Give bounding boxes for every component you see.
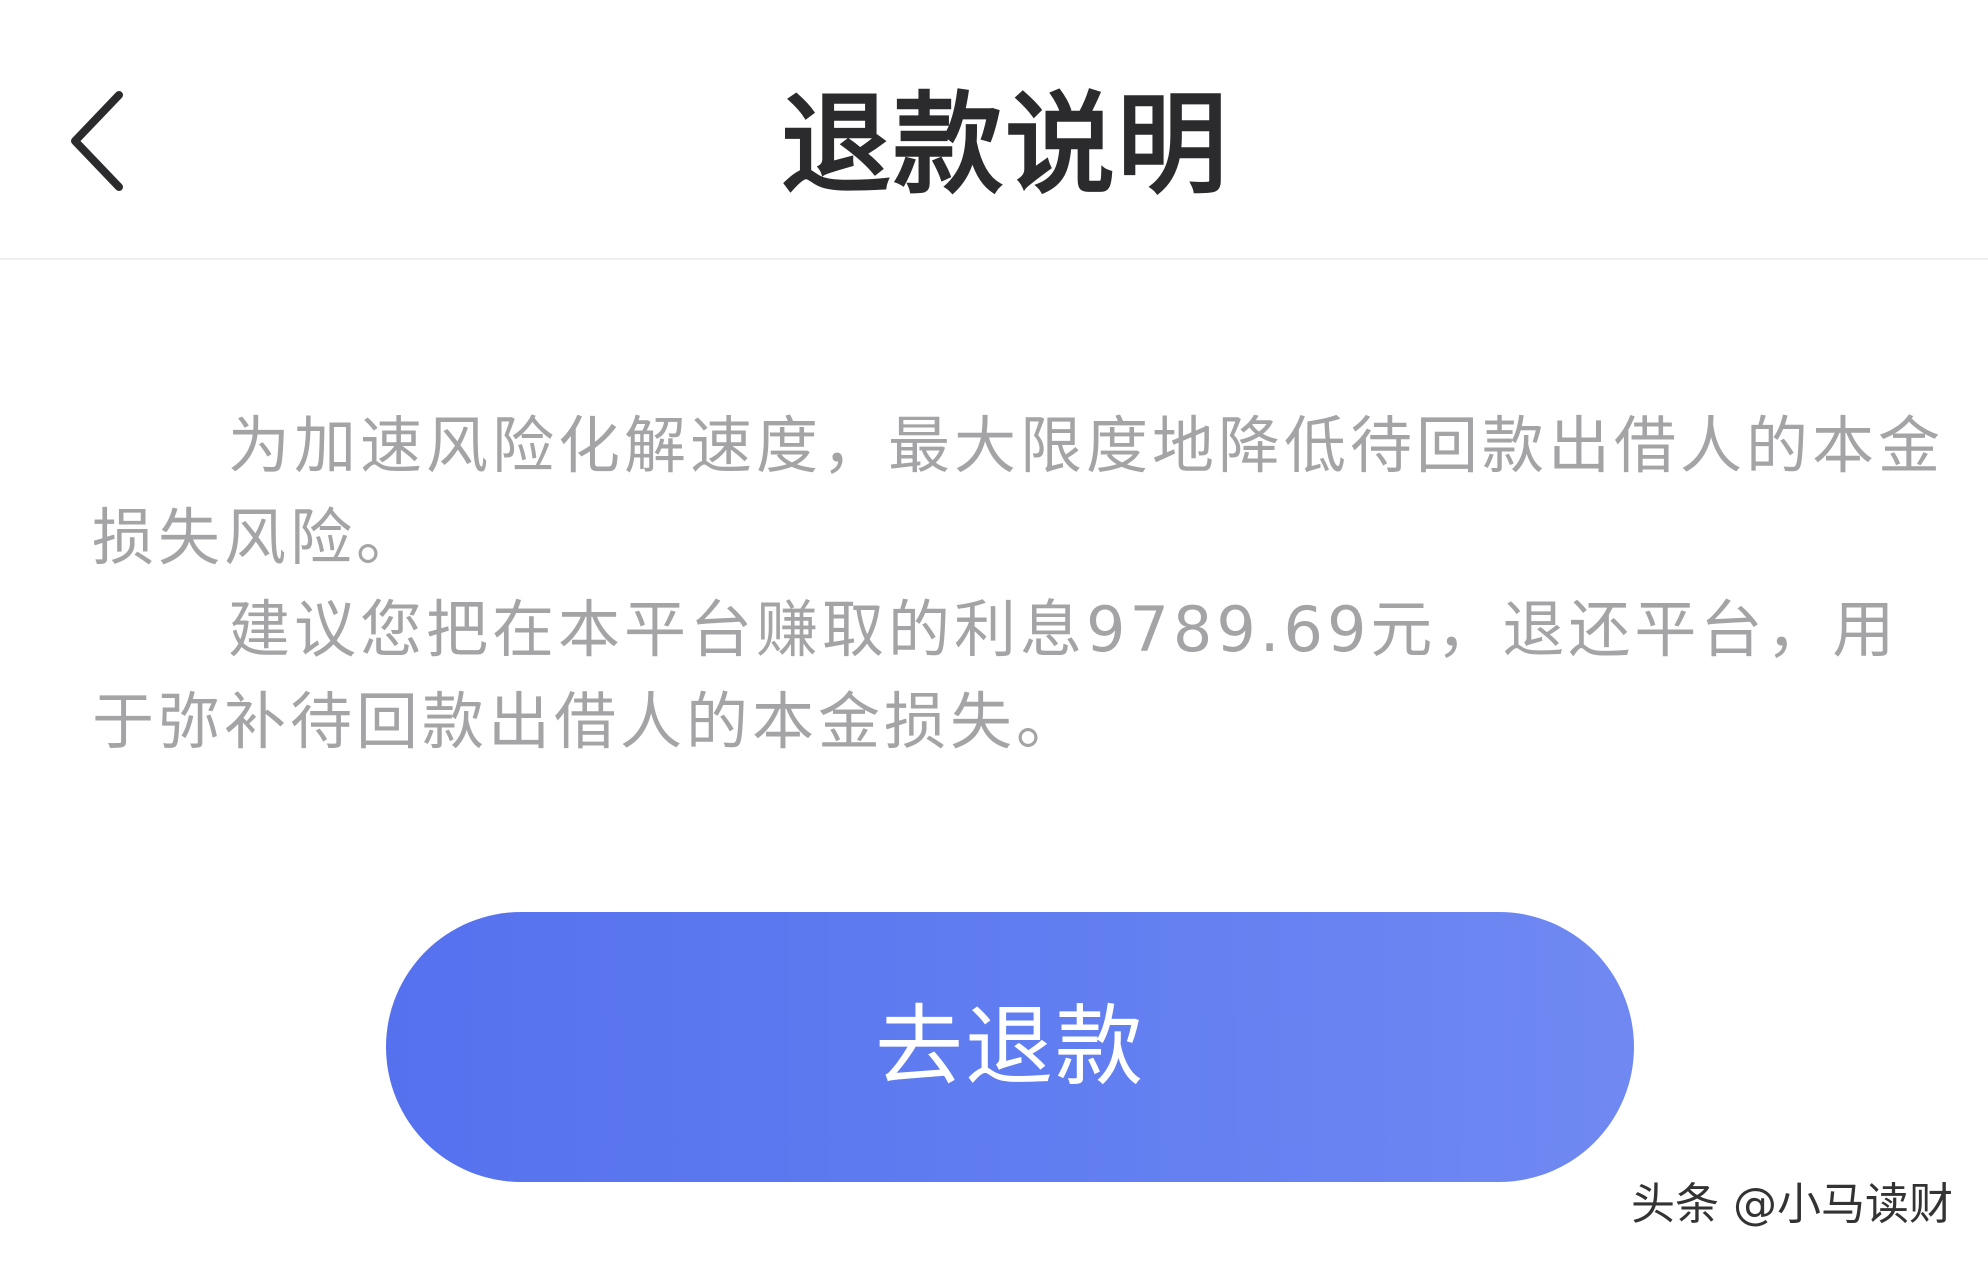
watermark-text: 头条 @小马读财	[1631, 1179, 1953, 1230]
top-nav-bar: 退款说明	[0, 0, 1988, 260]
description-paragraph-interest: 建议您把在本平台赚取的利息9789.69元，退还平台，用于弥补待回款出借人的本金…	[92, 593, 1899, 758]
description-paragraph-risk: 为加速风险化解速度，最大限度地降低待回款出借人的本金损失风险。	[92, 409, 1945, 574]
refund-explanation-screen: 退款说明 为加速风险化解速度，最大限度地降低待回款出借人的本金损失风险。 建议您…	[0, 0, 1988, 1280]
go-refund-button[interactable]: 去退款	[386, 912, 1634, 1182]
page-title: 退款说明	[781, 81, 1229, 209]
refund-description: 为加速风险化解速度，最大限度地降低待回款出借人的本金损失风险。 建议您把在本平台…	[92, 400, 1952, 768]
